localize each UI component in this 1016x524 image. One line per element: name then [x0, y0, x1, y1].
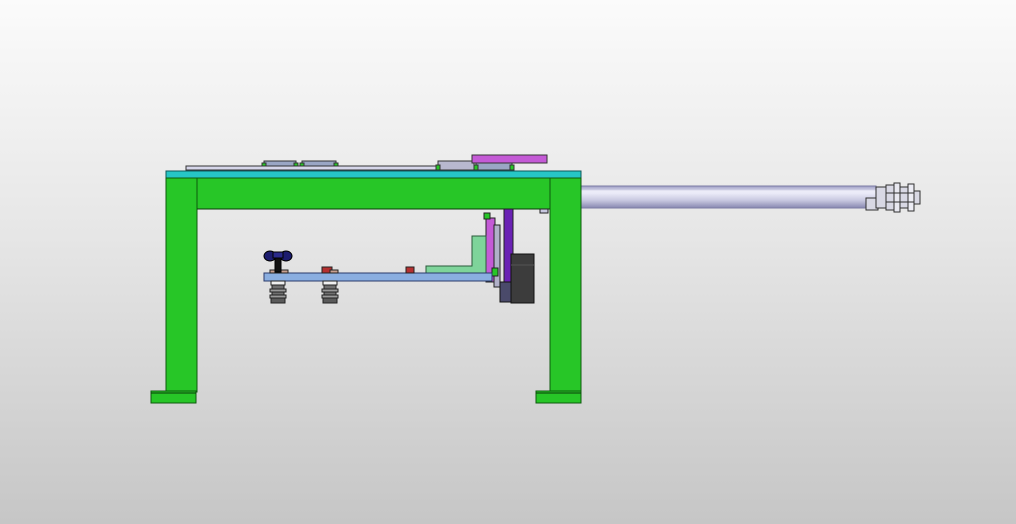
- frame-top-beam: [165, 177, 582, 210]
- frame-left-leg: [165, 177, 198, 393]
- blue-knob: [263, 250, 293, 273]
- carriage-plate: [263, 272, 493, 282]
- frame-right-leg: [549, 177, 582, 393]
- suction-cup-left: [269, 280, 287, 304]
- l-bracket: [425, 235, 487, 275]
- top-rail-assembly: [185, 154, 548, 171]
- cad-viewport[interactable]: [0, 0, 1016, 524]
- linear-rod: [579, 185, 877, 209]
- top-plate: [165, 170, 582, 179]
- suction-cup-right: [321, 280, 339, 304]
- plate-markers: [269, 266, 415, 274]
- cad-model-drawing: [150, 154, 921, 404]
